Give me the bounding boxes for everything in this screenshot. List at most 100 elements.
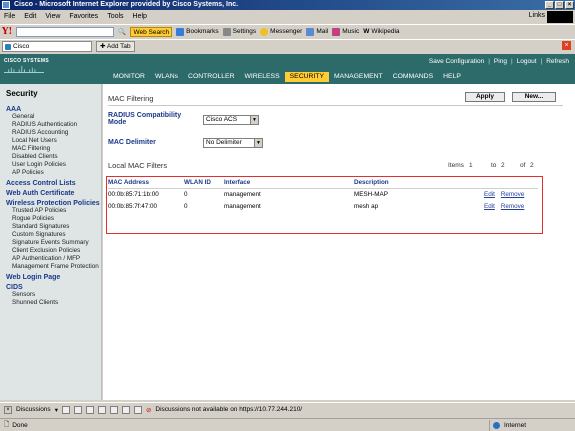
- sidebar-item-client-exclusion-policies[interactable]: Client Exclusion Policies: [6, 247, 101, 255]
- security-sidebar: Security AAA General RADIUS Authentication…: [0, 84, 102, 400]
- sidebar-item-shunned-clients[interactable]: Shunned Clients: [6, 299, 101, 307]
- sidebar-item-ap-policies[interactable]: AP Policies: [6, 169, 101, 177]
- add-tab-button[interactable]: ✚ Add Tab: [96, 41, 135, 52]
- chevron-down-icon[interactable]: ▾: [55, 406, 58, 414]
- minimize-button[interactable]: _: [545, 1, 554, 9]
- sidebar-heading-cids[interactable]: CIDS: [6, 284, 101, 291]
- discussion-tool-icon[interactable]: [97, 405, 106, 414]
- sidebar-item-general[interactable]: General: [6, 113, 101, 121]
- sidebar-item-user-login-policies[interactable]: User Login Policies: [6, 161, 101, 169]
- edit-link[interactable]: Edit: [484, 191, 495, 198]
- nav-management[interactable]: MANAGEMENT: [329, 72, 388, 82]
- save-configuration-link[interactable]: Save Configuration: [429, 58, 484, 65]
- wlan-id-cell: 0: [184, 190, 188, 198]
- radius-mode-select[interactable]: Cisco ACS ▼: [203, 115, 259, 125]
- close-discussions-icon[interactable]: ×: [4, 405, 12, 414]
- sidebar-item-ap-authentication-mfp[interactable]: AP Authentication / MFP: [6, 255, 101, 263]
- mail-button[interactable]: Mail: [306, 27, 328, 36]
- apply-button[interactable]: Apply: [465, 92, 505, 102]
- menu-favorites[interactable]: Favorites: [69, 13, 98, 20]
- items-to: 2: [501, 162, 505, 169]
- remove-link[interactable]: Remove: [501, 203, 524, 210]
- interface-cell: management: [224, 202, 261, 210]
- messenger-button[interactable]: Messenger: [260, 27, 302, 36]
- search-icon[interactable]: 🔍: [118, 28, 126, 36]
- bookmark-icon: [176, 27, 185, 36]
- nav-controller[interactable]: CONTROLLER: [183, 72, 239, 82]
- new-button[interactable]: New...: [512, 92, 556, 102]
- items-from: 1: [469, 162, 473, 169]
- wikipedia-button[interactable]: W Wikipedia: [363, 28, 399, 35]
- sidebar-item-management-frame-protection[interactable]: Management Frame Protection: [6, 263, 101, 271]
- page-done-icon: 🗋: [4, 420, 10, 428]
- yahoo-toolbar: Y! 🔍 Web Search Bookmarks Settings Messe…: [0, 24, 575, 38]
- discussion-tool-icon[interactable]: [121, 405, 130, 414]
- sidebar-title: Security: [6, 89, 38, 98]
- nav-monitor[interactable]: MONITOR: [108, 72, 150, 82]
- sidebar-item-radius-accounting[interactable]: RADIUS Accounting: [6, 129, 101, 137]
- wikipedia-icon: W: [363, 28, 370, 35]
- links-label[interactable]: Links: [529, 12, 545, 19]
- discussion-tool-icon[interactable]: [61, 405, 70, 414]
- status-text: Done: [12, 421, 28, 429]
- nav-commands[interactable]: COMMANDS: [388, 72, 438, 82]
- discussion-tool-icon[interactable]: [73, 405, 82, 414]
- main-nav: MONITOR WLANs CONTROLLER WIRELESS SECURI…: [108, 72, 466, 82]
- refresh-link[interactable]: Refresh: [546, 58, 569, 65]
- ping-link[interactable]: Ping: [494, 58, 507, 65]
- edit-link[interactable]: Edit: [484, 203, 495, 210]
- menu-view[interactable]: View: [45, 13, 60, 20]
- items-to-label: to: [491, 162, 497, 169]
- discussion-tool-icon[interactable]: [85, 405, 94, 414]
- discussion-tool-icon[interactable]: [133, 405, 142, 414]
- sidebar-item-local-net-users[interactable]: Local Net Users: [6, 137, 101, 145]
- discussions-button[interactable]: Discussions: [16, 406, 51, 413]
- toolbar-search-input[interactable]: [16, 26, 115, 37]
- music-icon: [332, 27, 341, 36]
- sidebar-heading-wireless-protection-policies[interactable]: Wireless Protection Policies: [6, 200, 101, 207]
- sidebar-heading-web-login-page[interactable]: Web Login Page: [6, 274, 101, 281]
- tabs-bar: Cisco ✚ Add Tab: [0, 39, 575, 53]
- nav-wlans[interactable]: WLANs: [150, 72, 183, 82]
- sidebar-item-standard-signatures[interactable]: Standard Signatures: [6, 223, 101, 231]
- mac-delimiter-label: MAC Delimiter: [108, 139, 156, 146]
- mac-delimiter-select[interactable]: No Delimiter ▼: [203, 138, 263, 148]
- ie-app-icon: [2, 1, 10, 9]
- sidebar-item-radius-authentication[interactable]: RADIUS Authentication: [6, 121, 101, 129]
- menu-tools[interactable]: Tools: [107, 13, 123, 20]
- sidebar-heading-aaa[interactable]: AAA: [6, 106, 101, 113]
- close-tab-icon[interactable]: ×: [562, 41, 571, 50]
- sidebar-item-sensors[interactable]: Sensors: [6, 291, 101, 299]
- cisco-logo: CISCO SYSTEMS: [4, 58, 50, 64]
- maximize-button[interactable]: □: [555, 1, 564, 9]
- nav-security[interactable]: SECURITY: [284, 72, 329, 82]
- sidebar-item-custom-signatures[interactable]: Custom Signatures: [6, 231, 101, 239]
- sidebar-heading-web-auth-certificate[interactable]: Web Auth Certificate: [6, 190, 101, 197]
- description-cell: mesh ap: [354, 202, 379, 210]
- sidebar-item-disabled-clients[interactable]: Disabled Clients: [6, 153, 101, 161]
- chevron-down-icon: ▼: [250, 116, 258, 124]
- sidebar-item-rogue-policies[interactable]: Rogue Policies: [6, 215, 101, 223]
- col-description: Description: [354, 179, 389, 187]
- close-window-button[interactable]: ×: [565, 1, 574, 9]
- table-row: 00:0b:85:7f:47:00 0 management mesh ap E…: [108, 200, 538, 212]
- col-mac-address: MAC Address: [108, 179, 150, 187]
- sidebar-item-signature-events-summary[interactable]: Signature Events Summary: [6, 239, 101, 247]
- bookmarks-button[interactable]: Bookmarks: [176, 27, 219, 36]
- discussion-tool-icon[interactable]: [109, 405, 118, 414]
- logout-link[interactable]: Logout: [517, 58, 537, 65]
- music-button[interactable]: Music: [332, 27, 359, 36]
- sidebar-item-mac-filtering[interactable]: MAC Filtering: [6, 145, 101, 153]
- settings-button[interactable]: Settings: [222, 27, 256, 36]
- menu-help[interactable]: Help: [133, 13, 147, 20]
- web-search-button[interactable]: Web Search: [130, 26, 173, 37]
- remove-link[interactable]: Remove: [501, 191, 524, 198]
- nav-wireless[interactable]: WIRELESS: [239, 72, 284, 82]
- menu-file[interactable]: File: [4, 13, 15, 20]
- nav-help[interactable]: HELP: [438, 72, 466, 82]
- yahoo-logo[interactable]: Y!: [2, 27, 12, 37]
- menu-edit[interactable]: Edit: [24, 13, 36, 20]
- sidebar-heading-access-control-lists[interactable]: Access Control Lists: [6, 180, 101, 187]
- tab-cisco[interactable]: Cisco: [2, 41, 92, 52]
- sidebar-item-trusted-ap-policies[interactable]: Trusted AP Policies: [6, 207, 101, 215]
